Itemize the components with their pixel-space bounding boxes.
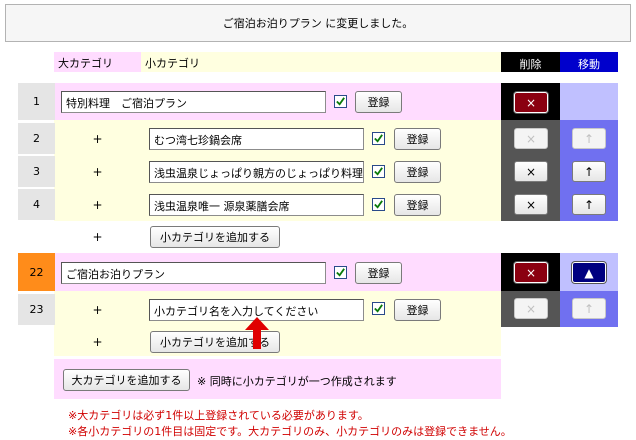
register-button[interactable]: 登録 xyxy=(394,299,441,321)
major-category-input[interactable]: ご宿泊お泊りプラン xyxy=(61,262,326,284)
note-line: ※大カテゴリは必ず1件以上登録されている必要があります。 xyxy=(68,409,369,422)
arrow-up-icon: ↑ xyxy=(583,197,595,212)
arrow-up-icon: ↑ xyxy=(583,131,595,146)
delete-icon: × xyxy=(525,131,537,146)
delete-icon: × xyxy=(525,265,537,280)
checkmark-icon xyxy=(374,134,383,143)
register-button[interactable]: 登録 xyxy=(394,194,441,216)
move-cell-1 xyxy=(560,83,618,120)
note-line: ※各小カテゴリの1件目は固定です。大カテゴリのみ、小カテゴリのみは登録できません… xyxy=(68,425,512,438)
delete-button-disabled: × xyxy=(514,128,548,149)
major-category-input[interactable]: 特別料理 ご宿泊プラン xyxy=(61,91,326,113)
enable-checkbox[interactable] xyxy=(334,95,347,108)
enable-checkbox[interactable] xyxy=(372,132,385,145)
move-up-major-button[interactable]: ▲ xyxy=(572,262,606,283)
checkmark-icon xyxy=(374,304,383,313)
arrow-up-icon: ↑ xyxy=(583,301,595,316)
delete-icon: × xyxy=(525,95,537,110)
row-number: 3 xyxy=(18,156,55,187)
delete-button-disabled: × xyxy=(514,298,548,319)
delete-button[interactable]: × xyxy=(514,161,548,182)
register-button[interactable]: 登録 xyxy=(355,262,402,284)
delete-button[interactable]: × xyxy=(514,92,548,113)
add-major-note: ※ 同時に小カテゴリが一つ作成されます xyxy=(197,375,397,388)
minor-category-input[interactable]: むつ湾七珍鍋会席 xyxy=(149,128,364,150)
header-minor-category: 小カテゴリ xyxy=(141,52,501,72)
plus-marker: + xyxy=(92,302,103,317)
minor-category-input[interactable]: 浅虫温泉じょっぱり親方のじょっぱり料理 xyxy=(149,161,364,183)
register-button[interactable]: 登録 xyxy=(355,91,402,113)
delete-icon: × xyxy=(525,164,537,179)
checkmark-icon xyxy=(336,97,345,106)
enable-checkbox[interactable] xyxy=(372,302,385,315)
add-major-category-button[interactable]: 大カテゴリを追加する xyxy=(63,369,190,391)
delete-button[interactable]: × xyxy=(514,262,548,283)
move-up-button-disabled: ↑ xyxy=(572,298,606,319)
plus-marker: + xyxy=(92,164,103,179)
row-number: 23 xyxy=(18,294,55,325)
checkmark-icon xyxy=(374,200,383,209)
move-up-button-disabled: ↑ xyxy=(572,128,606,149)
status-notice-text: ご宿泊お泊りプラン に変更しました。 xyxy=(222,17,414,30)
header-major-category: 大カテゴリ xyxy=(54,52,141,72)
header-delete: 削除 xyxy=(501,52,560,72)
pointer-arrow-icon xyxy=(245,317,269,349)
header-move: 移動 xyxy=(560,52,618,72)
plus-marker: + xyxy=(92,131,103,146)
add-minor-category-button[interactable]: 小カテゴリを追加する xyxy=(150,226,280,248)
move-up-button[interactable]: ↑ xyxy=(572,194,606,215)
plus-marker: + xyxy=(92,335,103,349)
register-button[interactable]: 登録 xyxy=(394,161,441,183)
row-number: 4 xyxy=(18,189,55,220)
checkmark-icon xyxy=(336,268,345,277)
plus-marker: + xyxy=(92,197,103,212)
delete-icon: × xyxy=(525,197,537,212)
enable-checkbox[interactable] xyxy=(372,165,385,178)
minor-category-input[interactable]: 浅虫温泉唯一 源泉薬膳会席 xyxy=(149,194,364,216)
enable-checkbox[interactable] xyxy=(334,266,347,279)
delete-icon: × xyxy=(525,301,537,316)
plus-marker: + xyxy=(92,230,103,244)
row-number: 1 xyxy=(18,83,55,120)
register-button[interactable]: 登録 xyxy=(394,128,441,150)
row-number: 2 xyxy=(18,123,55,154)
arrow-up-icon: ↑ xyxy=(583,164,595,179)
delete-button[interactable]: × xyxy=(514,194,548,215)
move-up-button[interactable]: ↑ xyxy=(572,161,606,182)
status-notice: ご宿泊お泊りプラン に変更しました。 xyxy=(5,4,631,42)
row-number-highlighted: 22 xyxy=(18,253,55,291)
triangle-up-icon: ▲ xyxy=(584,265,594,280)
checkmark-icon xyxy=(374,167,383,176)
enable-checkbox[interactable] xyxy=(372,198,385,211)
